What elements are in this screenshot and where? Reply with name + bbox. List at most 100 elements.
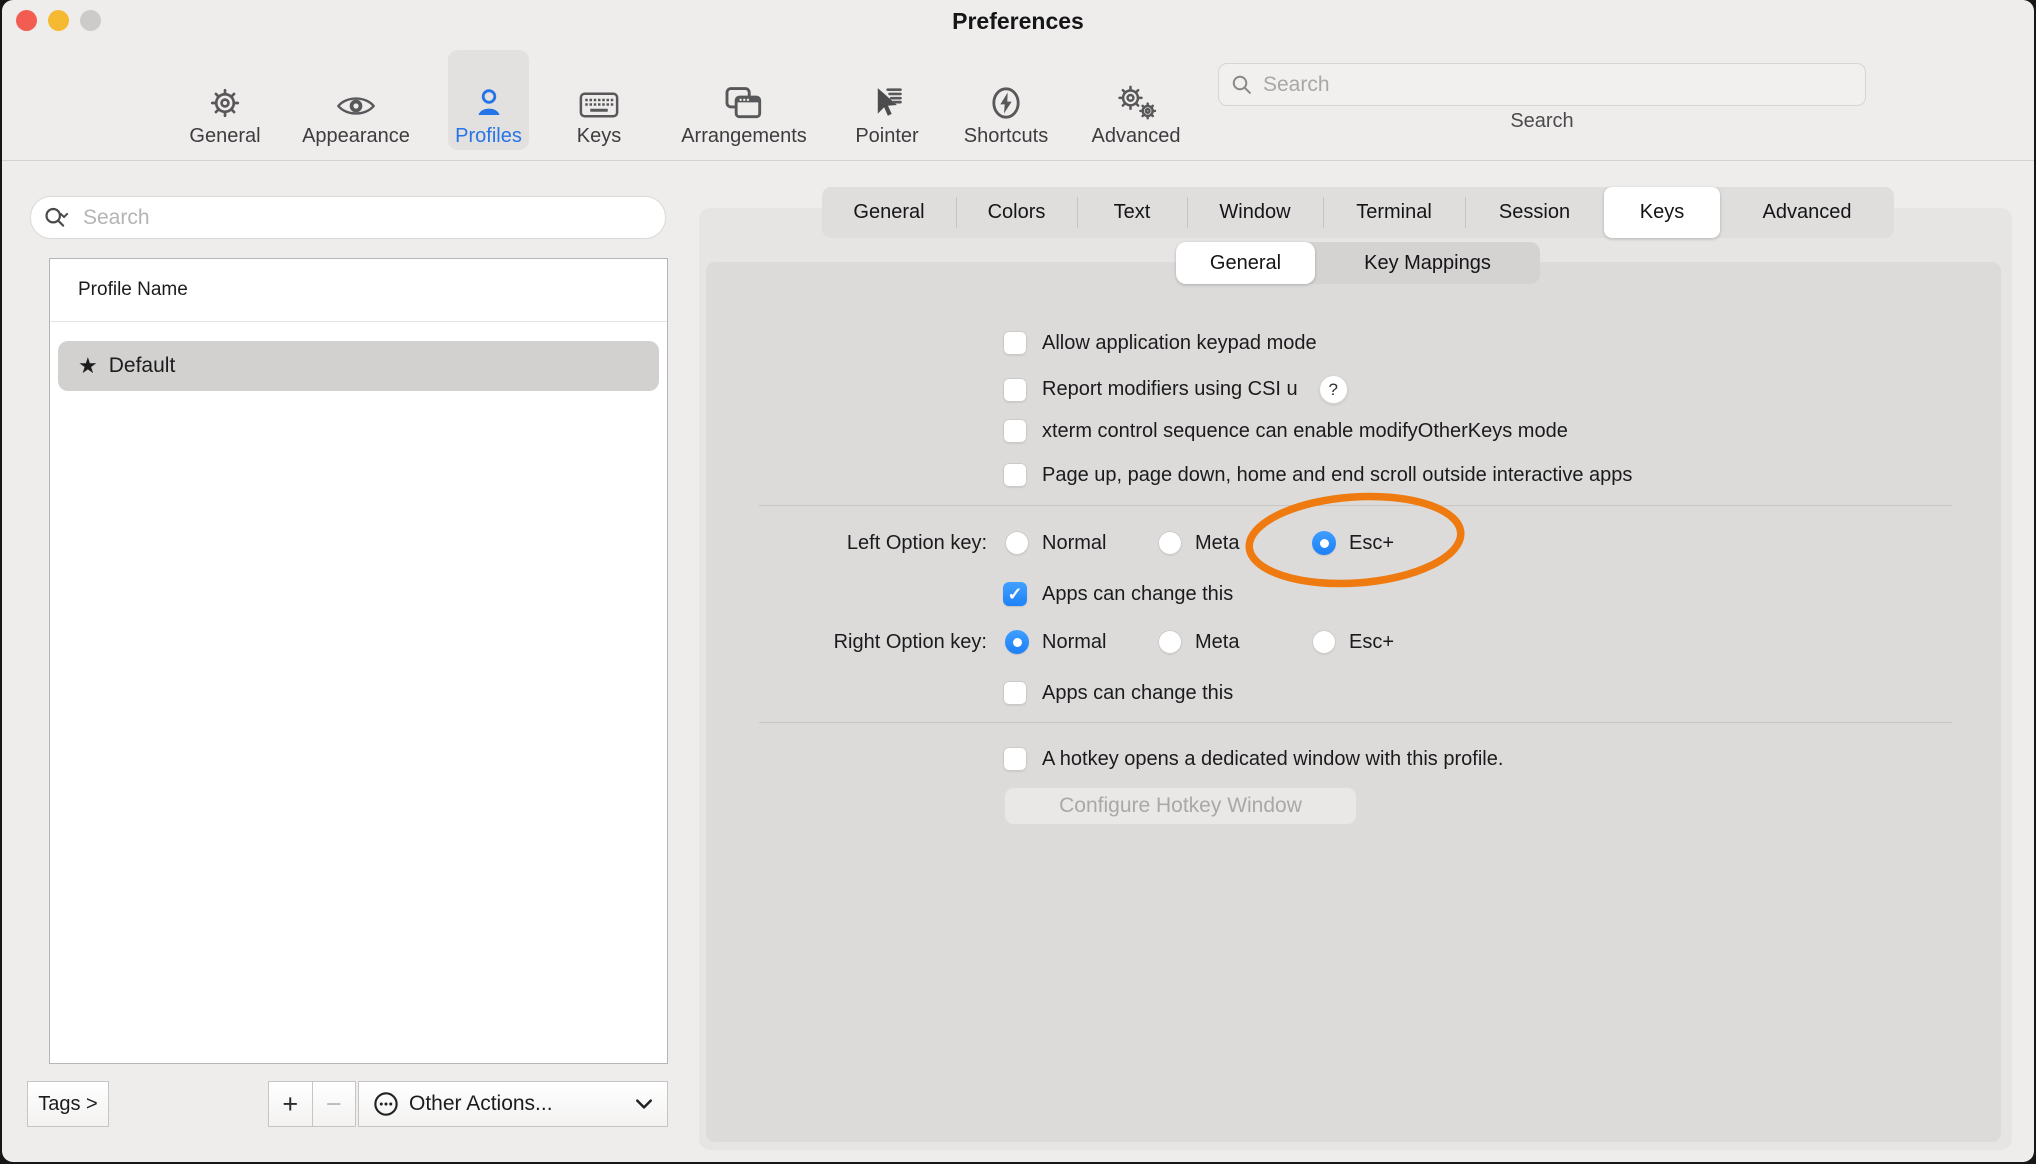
tab-label: Text xyxy=(1114,201,1151,224)
tab-label: Keys xyxy=(1640,201,1684,224)
search-menu-icon xyxy=(44,206,74,230)
toolbar-search-input[interactable] xyxy=(1261,72,1825,98)
tab-label: Colors xyxy=(988,201,1046,224)
profile-name: Default xyxy=(109,354,176,378)
toolbar-item-advanced[interactable]: Advanced xyxy=(1082,50,1190,150)
profile-tab-bar: General Colors Text Window Terminal Sess… xyxy=(822,187,1894,238)
checkbox-label: Apps can change this xyxy=(1042,682,1233,705)
radio-label: Esc+ xyxy=(1349,532,1394,555)
checkbox-label: xterm control sequence can enable modify… xyxy=(1042,420,1568,443)
other-actions-dropdown[interactable]: Other Actions... xyxy=(358,1081,668,1127)
checkbox-row: xterm control sequence can enable modify… xyxy=(1003,419,1568,443)
right-option-normal-radio[interactable] xyxy=(1005,630,1029,654)
other-actions-label: Other Actions... xyxy=(409,1092,553,1116)
left-option-normal-radio[interactable] xyxy=(1005,531,1029,555)
tab-keys[interactable]: Keys xyxy=(1604,187,1720,238)
subtab-label: General xyxy=(1210,252,1281,275)
profile-list: Profile Name ★ Default xyxy=(49,258,668,1064)
tags-button[interactable]: Tags > xyxy=(27,1081,109,1127)
subtab-key-mappings[interactable]: Key Mappings xyxy=(1315,242,1540,284)
right-option-esc: Esc+ xyxy=(1312,630,1394,654)
toolbar-item-profiles[interactable]: Profiles xyxy=(448,50,529,150)
left-apps-can-change-checkbox[interactable] xyxy=(1003,582,1027,606)
tab-window[interactable]: Window xyxy=(1187,187,1323,238)
windows-icon xyxy=(724,86,764,120)
header-divider xyxy=(50,321,667,322)
help-button[interactable]: ? xyxy=(1319,375,1348,404)
double-gear-icon xyxy=(1114,84,1158,120)
toolbar-item-arrangements[interactable]: Arrangements xyxy=(668,50,820,150)
search-icon xyxy=(1231,74,1253,96)
left-option-normal: Normal xyxy=(1005,531,1106,555)
right-apps-row: Apps can change this xyxy=(1003,681,1233,705)
toolbar-label: Profiles xyxy=(455,126,522,150)
right-option-meta-radio[interactable] xyxy=(1158,630,1182,654)
tab-text[interactable]: Text xyxy=(1077,187,1187,238)
radio-label: Esc+ xyxy=(1349,631,1394,654)
tab-general[interactable]: General xyxy=(822,187,956,238)
right-apps-can-change-checkbox[interactable] xyxy=(1003,681,1027,705)
profile-list-header: Profile Name xyxy=(78,279,188,301)
toolbar-label: Advanced xyxy=(1092,126,1181,150)
modify-other-keys-checkbox[interactable] xyxy=(1003,419,1027,443)
toolbar-divider xyxy=(2,160,2034,161)
csi-u-checkbox[interactable] xyxy=(1003,378,1027,402)
checkbox-label: Page up, page down, home and end scroll … xyxy=(1042,464,1632,487)
toolbar-search-field[interactable] xyxy=(1218,63,1866,106)
gear-icon xyxy=(208,86,242,120)
toolbar-label: Arrangements xyxy=(681,126,807,150)
radio-label: Meta xyxy=(1195,631,1239,654)
eye-icon xyxy=(336,92,376,120)
toolbar-item-general[interactable]: General xyxy=(179,50,271,150)
tab-colors[interactable]: Colors xyxy=(956,187,1077,238)
toolbar-item-shortcuts[interactable]: Shortcuts xyxy=(954,50,1058,150)
toolbar-item-appearance[interactable]: Appearance xyxy=(297,50,415,150)
checkbox-label: A hotkey opens a dedicated window with t… xyxy=(1042,748,1503,771)
profile-row-default[interactable]: ★ Default xyxy=(58,341,659,391)
add-remove-group: + − xyxy=(268,1081,356,1127)
profile-search-field[interactable] xyxy=(30,196,666,239)
tab-label: Advanced xyxy=(1763,201,1852,224)
toolbar-search-caption: Search xyxy=(1218,110,1866,133)
checkbox-row: Page up, page down, home and end scroll … xyxy=(1003,463,1632,487)
left-option-esc-radio[interactable] xyxy=(1312,531,1336,555)
checkbox-label: Apps can change this xyxy=(1042,583,1233,606)
toolbar-item-pointer[interactable]: Pointer xyxy=(845,50,929,150)
checkbox-row: Allow application keypad mode xyxy=(1003,331,1317,355)
keys-subtab-bar: General Key Mappings xyxy=(1176,242,1540,284)
tab-label: Session xyxy=(1499,201,1570,224)
minus-icon: − xyxy=(326,1089,342,1120)
tab-advanced[interactable]: Advanced xyxy=(1720,187,1894,238)
remove-profile-button[interactable]: − xyxy=(313,1081,357,1127)
plus-icon: + xyxy=(282,1089,298,1120)
toolbar-label: Shortcuts xyxy=(964,126,1048,150)
configure-hotkey-window-button: Configure Hotkey Window xyxy=(1004,787,1357,825)
radio-label: Normal xyxy=(1042,532,1106,555)
profile-search-input[interactable] xyxy=(81,205,625,231)
window-title: Preferences xyxy=(2,8,2034,35)
toolbar-label: Pointer xyxy=(855,126,918,150)
cursor-icon xyxy=(870,86,904,120)
right-option-esc-radio[interactable] xyxy=(1312,630,1336,654)
radio-label: Normal xyxy=(1042,631,1106,654)
checkbox-label: Allow application keypad mode xyxy=(1042,332,1317,355)
allow-keypad-checkbox[interactable] xyxy=(1003,331,1027,355)
right-option-meta: Meta xyxy=(1158,630,1239,654)
keyboard-icon xyxy=(579,90,619,120)
left-option-meta-radio[interactable] xyxy=(1158,531,1182,555)
toolbar-label: Appearance xyxy=(302,126,410,150)
person-icon xyxy=(472,86,506,120)
toolbar-label: Keys xyxy=(577,126,621,150)
section-divider xyxy=(759,505,1952,506)
add-profile-button[interactable]: + xyxy=(268,1081,313,1127)
hotkey-window-checkbox[interactable] xyxy=(1003,747,1027,771)
preferences-window: Preferences General Appearance Profiles … xyxy=(2,0,2034,1162)
radio-label: Meta xyxy=(1195,532,1239,555)
toolbar-label: General xyxy=(189,126,260,150)
scroll-outside-apps-checkbox[interactable] xyxy=(1003,463,1027,487)
subtab-general[interactable]: General xyxy=(1176,242,1315,284)
tab-terminal[interactable]: Terminal xyxy=(1323,187,1465,238)
checkbox-label: Report modifiers using CSI u xyxy=(1042,378,1298,401)
toolbar-item-keys[interactable]: Keys xyxy=(567,50,631,150)
tab-session[interactable]: Session xyxy=(1465,187,1604,238)
